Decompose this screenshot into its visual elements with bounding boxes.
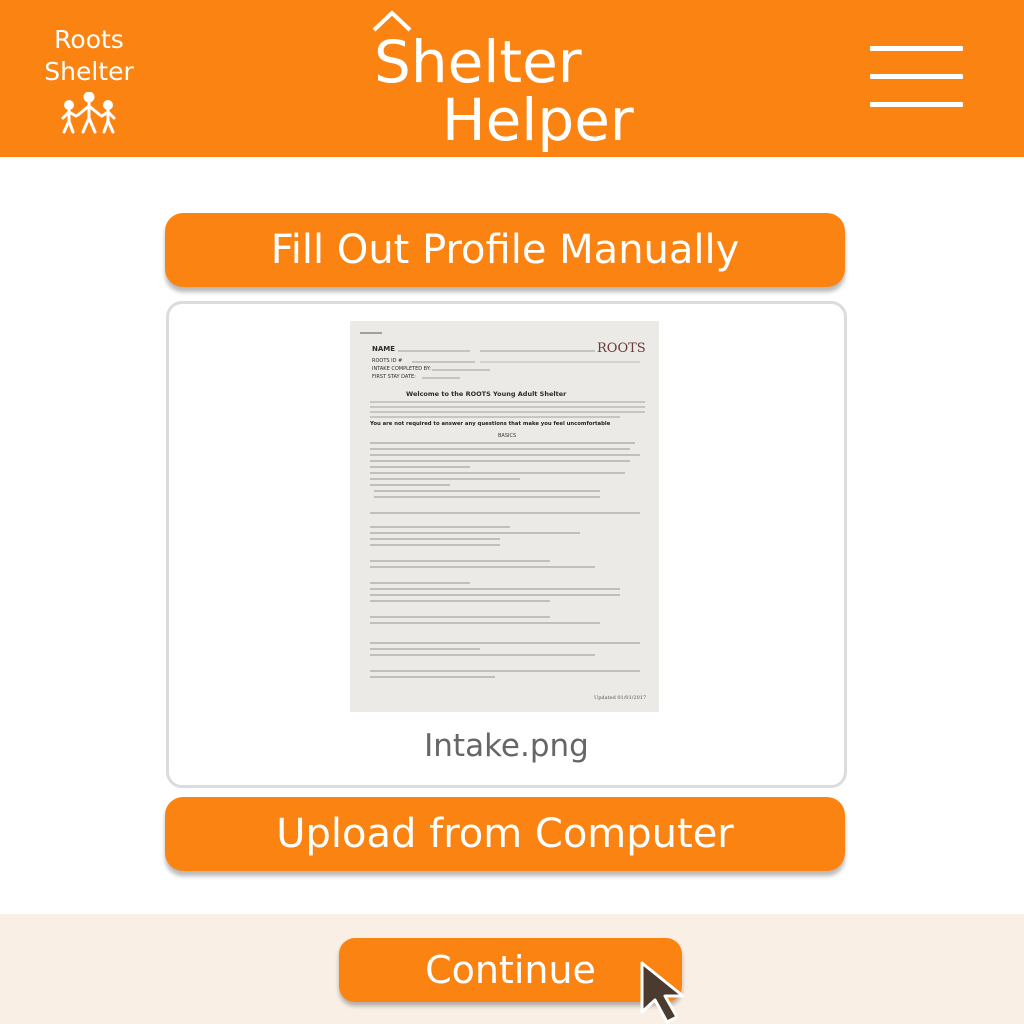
intake-form-image: NAME ROOTS ROOTS ID # INTAKE COMPLETED B… <box>350 321 659 712</box>
continue-label: Continue <box>425 948 596 992</box>
app-header: Roots Shelter Shelter Helper <box>0 0 1024 157</box>
form-footer-date: Updated 01/01/2017 <box>594 695 646 701</box>
form-roots-logo: ROOTS <box>597 341 646 356</box>
brand-logo: Roots Shelter <box>38 24 140 136</box>
continue-button[interactable]: Continue <box>339 938 682 1002</box>
page: Roots Shelter Shelter Helper Fill Out Pr… <box>0 0 1024 1024</box>
brand-name-line1: Roots <box>54 25 124 54</box>
mouse-pointer-icon <box>640 961 685 1024</box>
upload-from-computer-button[interactable]: Upload from Computer <box>165 797 845 871</box>
form-name-field: NAME <box>372 345 395 353</box>
form-heading: Welcome to the ROOTS Young Adult Shelter <box>406 390 567 398</box>
app-title: Shelter Helper <box>372 10 692 156</box>
form-first-stay-field: FIRST STAY DATE: <box>372 374 416 380</box>
file-name: Intake.png <box>424 728 589 764</box>
form-intake-field: INTAKE COMPLETED BY: <box>372 366 431 372</box>
family-icon <box>61 92 116 134</box>
brand-name-line2: Shelter <box>44 57 134 86</box>
form-section-label: BASICS <box>498 433 516 439</box>
intake-form-preview[interactable]: NAME ROOTS ROOTS ID # INTAKE COMPLETED B… <box>350 321 659 712</box>
app-title-line1: Shelter <box>374 28 582 96</box>
hamburger-menu-icon[interactable] <box>866 44 966 110</box>
form-roots-id-field: ROOTS ID # <box>372 358 402 364</box>
fill-out-profile-manually-button[interactable]: Fill Out Profile Manually <box>165 213 845 287</box>
uploaded-file-card: NAME ROOTS ROOTS ID # INTAKE COMPLETED B… <box>166 301 847 788</box>
upload-from-computer-label: Upload from Computer <box>276 811 734 857</box>
form-note: You are not required to answer any quest… <box>369 421 611 427</box>
fill-out-profile-manually-label: Fill Out Profile Manually <box>270 227 740 273</box>
app-title-line2: Helper <box>442 86 634 154</box>
